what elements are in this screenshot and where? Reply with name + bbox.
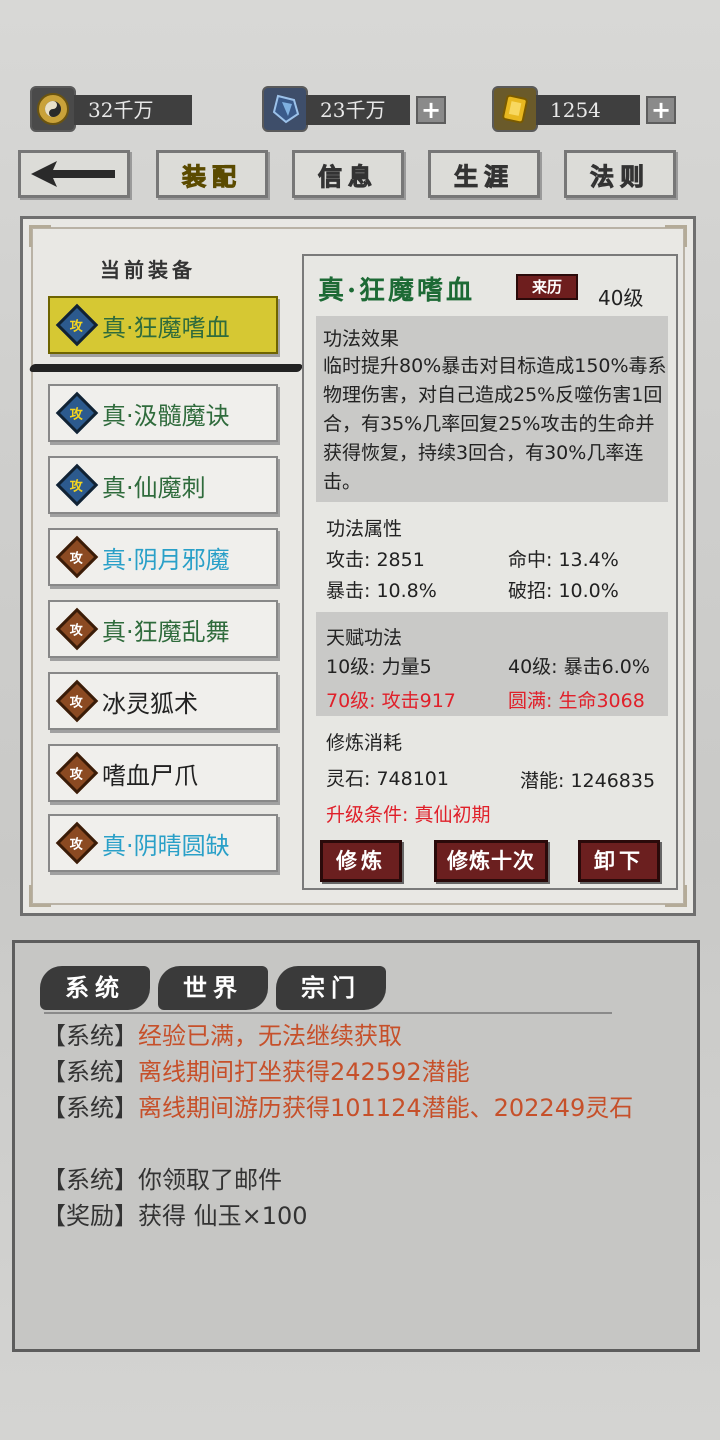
attr-header: 功法属性 (326, 518, 403, 540)
chat-line: 【系统】经验已满，无法继续获取 (42, 1018, 662, 1054)
attr-hit: 命中: 13.4% (508, 549, 619, 571)
equipment-item[interactable]: 攻 真·狂魔嗜血 (48, 296, 278, 354)
cost-stone: 灵石: 748101 (326, 768, 449, 790)
badge-label: 攻 (70, 695, 84, 711)
badge-label: 攻 (70, 623, 84, 639)
chat-line: 【系统】离线期间游历获得101124潜能、202249灵石 (42, 1090, 662, 1126)
chat-tag: 【系统】 (42, 1094, 138, 1122)
badge-label: 攻 (70, 479, 84, 495)
equipment-item[interactable]: 攻 真·仙魔刺 (48, 456, 278, 514)
cost-header: 修炼消耗 (326, 732, 403, 754)
train-button[interactable]: 修炼 (320, 840, 402, 882)
talent-header: 天赋功法 (326, 627, 403, 649)
equipment-item[interactable]: 攻 真·狂魔乱舞 (48, 600, 278, 658)
gold-ingot-icon (492, 86, 538, 132)
badge-label: 攻 (70, 551, 84, 567)
chat-tab-world[interactable]: 世界 (158, 966, 268, 1010)
add-gold-button[interactable]: + (646, 96, 676, 124)
chat-tag: 【系统】 (42, 1166, 138, 1194)
equipment-item[interactable]: 攻 嗜血尸爪 (48, 744, 278, 802)
skill-title: 真·狂魔嗜血 (318, 276, 476, 306)
attack-badge-icon: 攻 (55, 751, 99, 795)
attr-crit: 暴击: 10.8% (326, 580, 437, 602)
chat-divider (44, 1012, 612, 1014)
equipment-item[interactable]: 攻 真·汲髓魔诀 (48, 384, 278, 442)
equipment-item[interactable]: 攻 真·阴晴圆缺 (48, 814, 278, 872)
tab-career[interactable]: 生涯 (428, 150, 540, 198)
chat-message: 离线期间游历获得101124潜能、202249灵石 (138, 1094, 634, 1122)
resource-crystal: 23千万 + (262, 86, 450, 132)
talent-3: 70级: 攻击917 (326, 690, 456, 712)
attack-badge-icon: 攻 (55, 303, 99, 347)
badge-label: 攻 (70, 407, 84, 423)
equipment-name: 真·狂魔乱舞 (102, 617, 230, 646)
talent-4: 圆满: 生命3068 (508, 690, 645, 712)
tab-info[interactable]: 信息 (292, 150, 404, 198)
effect-header: 功法效果 (323, 328, 400, 350)
tab-equip[interactable]: 装配 (156, 150, 268, 198)
gold-value: 1254 (536, 95, 640, 125)
upgrade-condition: 升级条件: 真仙初期 (326, 804, 491, 826)
effect-text: 临时提升80%暴击对目标造成150%毒系物理伤害，对自己造成25%反噬伤害1回合… (323, 355, 667, 493)
equipment-name: 真·仙魔刺 (102, 473, 206, 502)
equipment-name: 真·汲髓魔诀 (102, 401, 230, 430)
attack-badge-icon: 攻 (55, 607, 99, 651)
badge-label: 攻 (70, 767, 84, 783)
equipment-name: 冰灵狐术 (102, 689, 198, 718)
chat-message: 离线期间打坐获得242592潜能 (138, 1058, 470, 1086)
equipment-item[interactable]: 攻 冰灵狐术 (48, 672, 278, 730)
attack-badge-icon: 攻 (55, 679, 99, 723)
chat-tab-system[interactable]: 系统 (40, 966, 150, 1010)
taiji-value: 32千万 (74, 95, 192, 125)
selection-brush-stroke (28, 364, 304, 372)
chat-tag: 【系统】 (42, 1058, 138, 1086)
resource-taiji: 32千万 (30, 86, 192, 132)
attack-badge-icon: 攻 (55, 463, 99, 507)
chat-line: 【奖励】获得 仙玉×100 (42, 1198, 662, 1234)
resource-gold: 1254 + (492, 86, 680, 132)
chat-tag: 【奖励】 (42, 1202, 138, 1230)
arrow-left-icon (31, 161, 115, 187)
add-crystal-button[interactable]: + (416, 96, 446, 124)
chat-message: 获得 仙玉×100 (138, 1202, 308, 1230)
chat-tab-sect[interactable]: 宗门 (276, 966, 386, 1010)
chat-line: 【系统】你领取了邮件 (42, 1162, 662, 1198)
skill-level: 40级 (598, 286, 644, 310)
cost-potential: 潜能: 1246835 (520, 770, 656, 792)
taiji-icon (30, 86, 76, 132)
badge-label: 攻 (70, 837, 84, 853)
chat-message: 经验已满，无法继续获取 (138, 1022, 402, 1050)
attack-badge-icon: 攻 (55, 535, 99, 579)
back-button[interactable] (18, 150, 130, 198)
tab-rules[interactable]: 法则 (564, 150, 676, 198)
equipment-name: 嗜血尸爪 (102, 761, 198, 790)
badge-label: 攻 (70, 319, 84, 335)
origin-button[interactable]: 来历 (516, 274, 578, 300)
chat-tag: 【系统】 (42, 1022, 138, 1050)
spirit-crystal-icon (262, 86, 308, 132)
train-ten-button[interactable]: 修炼十次 (434, 840, 548, 882)
unequip-button[interactable]: 卸下 (578, 840, 660, 882)
current-equipment-title: 当前装备 (100, 258, 196, 282)
equipment-item[interactable]: 攻 真·阴月邪魔 (48, 528, 278, 586)
chat-line: 【系统】离线期间打坐获得242592潜能 (42, 1054, 662, 1090)
talent-1: 10级: 力量5 (326, 656, 432, 678)
attack-badge-icon: 攻 (55, 821, 99, 865)
talent-2: 40级: 暴击6.0% (508, 656, 650, 678)
equipment-name: 真·阴月邪魔 (102, 545, 230, 574)
equipment-name: 真·狂魔嗜血 (102, 313, 230, 342)
attack-badge-icon: 攻 (55, 391, 99, 435)
crystal-value: 23千万 (306, 95, 410, 125)
chat-message: 你领取了邮件 (138, 1166, 282, 1194)
equipment-name: 真·阴晴圆缺 (102, 831, 230, 860)
attr-break: 破招: 10.0% (508, 580, 619, 602)
attr-attack: 攻击: 2851 (326, 549, 425, 571)
